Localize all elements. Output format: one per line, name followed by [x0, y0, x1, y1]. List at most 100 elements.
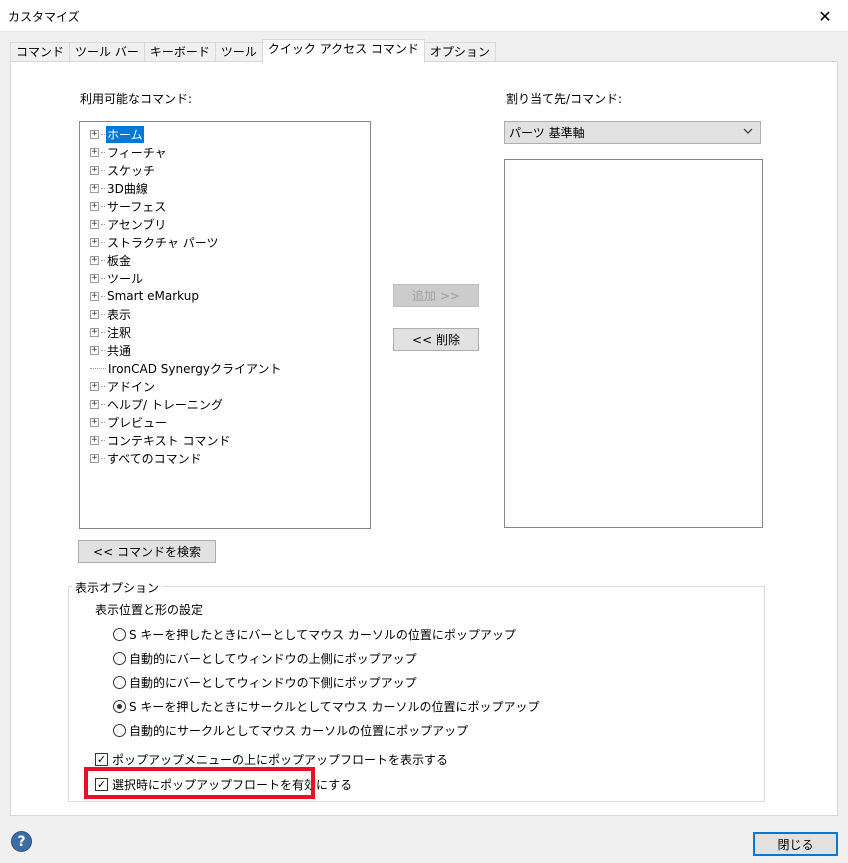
- tree-item[interactable]: + ツール: [90, 269, 144, 287]
- tree-connector: [101, 421, 105, 423]
- tree-item-label: コンテキスト コマンド: [107, 433, 231, 448]
- tree-item-label: ヘルプ/ トレーニング: [107, 397, 223, 412]
- tree-item[interactable]: + スケッチ: [90, 161, 156, 179]
- expand-icon[interactable]: +: [90, 237, 99, 247]
- tab-keyboard[interactable]: キーボード: [143, 42, 216, 63]
- tab-strip: コマンド ツール バー キーボード ツール クイック アクセス コマンド オプシ…: [10, 39, 496, 63]
- tree-item[interactable]: + アセンブリ: [90, 215, 167, 233]
- tree-connector: [101, 277, 105, 279]
- expand-icon[interactable]: +: [90, 165, 99, 175]
- tree-item-label: スケッチ: [107, 163, 156, 178]
- expand-icon[interactable]: +: [90, 345, 99, 355]
- tree-item-label: すべてのコマンド: [107, 451, 202, 466]
- tree-connector: [101, 241, 105, 243]
- expand-icon[interactable]: +: [90, 435, 99, 445]
- tree-item[interactable]: + 共通: [90, 341, 132, 359]
- radio-button[interactable]: [113, 652, 126, 665]
- radio-auto-bar-bottom[interactable]: 自動的にバーとしてウィンドウの下側にポップアップ: [113, 674, 417, 691]
- expand-icon[interactable]: +: [90, 399, 99, 409]
- tab-options[interactable]: オプション: [423, 42, 496, 63]
- highlight-box: [84, 767, 315, 799]
- expand-icon[interactable]: +: [90, 453, 99, 463]
- tree-item-label: フィーチャ: [107, 145, 167, 160]
- tree-item-label: 注釈: [107, 325, 132, 340]
- close-icon[interactable]: ✕: [802, 0, 848, 32]
- radio-auto-bar-top[interactable]: 自動的にバーとしてウィンドウの上側にポップアップ: [113, 650, 417, 667]
- tree-item[interactable]: + サーフェス: [90, 197, 167, 215]
- position-shape-subtitle: 表示位置と形の設定: [95, 603, 204, 617]
- tree-item[interactable]: + ストラクチャ パーツ: [90, 233, 219, 251]
- radio-button[interactable]: [113, 724, 126, 737]
- tree-connector: [101, 151, 105, 153]
- tree-item[interactable]: IronCAD Synergyクライアント: [90, 359, 282, 377]
- tree-connector: [101, 259, 105, 261]
- window-title: カスタマイズ: [8, 10, 80, 24]
- tree-item-label: ツール: [107, 271, 144, 286]
- tree-item[interactable]: + 表示: [90, 305, 132, 323]
- tree-item[interactable]: + すべてのコマンド: [90, 449, 203, 467]
- tree-item[interactable]: + アドイン: [90, 377, 156, 395]
- tree-connector: [101, 457, 105, 459]
- checkbox-show-float-above-menu[interactable]: ✓ ポップアップメニューの上にポップアップフロートを表示する: [95, 751, 448, 768]
- assigned-commands-label: 割り当て先/コマンド:: [506, 92, 623, 106]
- title-bar: カスタマイズ ✕: [0, 0, 848, 32]
- tree-item[interactable]: + 板金: [90, 251, 132, 269]
- tree-connector: [101, 349, 105, 351]
- close-button[interactable]: 閉じる: [753, 832, 838, 856]
- tree-item[interactable]: + フィーチャ: [90, 143, 168, 161]
- tree-connector: [101, 223, 105, 225]
- tree-item-label: アセンブリ: [107, 217, 167, 232]
- tree-item[interactable]: + プレビュー: [90, 413, 168, 431]
- radio-auto-circle-cursor[interactable]: 自動的にサークルとしてマウス カーソルの位置にポップアップ: [113, 722, 468, 739]
- commands-tree[interactable]: + ホーム + フィーチャ + スケッチ +3D曲線 + サーフェス + アセンブリ + ストラクチャ …: [79, 121, 371, 529]
- search-commands-button[interactable]: << コマンドを検索: [78, 540, 216, 563]
- expand-icon[interactable]: +: [90, 129, 99, 139]
- add-button[interactable]: 追加 >>: [393, 284, 479, 307]
- radio-button[interactable]: [113, 676, 126, 689]
- tree-item-label: ホーム: [106, 125, 144, 143]
- radio-button[interactable]: [113, 628, 126, 641]
- radio-s-key-bar-cursor[interactable]: S キーを押したときにバーとしてマウス カーソルの位置にポップアップ: [113, 626, 516, 643]
- assign-target-dropdown[interactable]: パーツ 基準軸: [504, 121, 761, 144]
- expand-icon[interactable]: +: [90, 327, 99, 337]
- tree-item-label: 板金: [107, 253, 132, 268]
- tree-item[interactable]: + コンテキスト コマンド: [90, 431, 231, 449]
- tree-connector: [101, 313, 105, 315]
- tree-item[interactable]: + ヘルプ/ トレーニング: [90, 395, 224, 413]
- tree-item[interactable]: + 注釈: [90, 323, 132, 341]
- remove-button[interactable]: << 削除: [393, 328, 479, 351]
- expand-icon[interactable]: +: [90, 309, 99, 319]
- tab-commands[interactable]: コマンド: [10, 42, 71, 63]
- tree-connector: [101, 205, 105, 207]
- radio-s-key-circle-cursor[interactable]: S キーを押したときにサークルとしてマウス カーソルの位置にポップアップ: [113, 698, 540, 715]
- tree-connector: [101, 295, 105, 297]
- expand-icon[interactable]: +: [90, 255, 99, 265]
- tree-item[interactable]: +3D曲線: [90, 179, 149, 197]
- chevron-down-icon: [742, 125, 754, 140]
- expand-icon[interactable]: +: [90, 417, 99, 427]
- radio-label: S キーを押したときにバーとしてマウス カーソルの位置にポップアップ: [129, 628, 516, 642]
- tree-connector: [90, 367, 106, 369]
- expand-icon[interactable]: +: [90, 201, 99, 211]
- expand-icon[interactable]: +: [90, 219, 99, 229]
- tree-connector: [101, 169, 105, 171]
- tree-item-label: アドイン: [107, 379, 156, 394]
- expand-icon[interactable]: +: [90, 291, 99, 301]
- expand-icon[interactable]: +: [90, 381, 99, 391]
- tree-item[interactable]: + ホーム: [90, 125, 144, 143]
- tab-toolbars[interactable]: ツール バー: [69, 42, 145, 63]
- checkbox[interactable]: ✓: [95, 753, 108, 766]
- tree-connector: [101, 385, 105, 387]
- expand-icon[interactable]: +: [90, 147, 99, 157]
- help-icon[interactable]: ?: [11, 831, 32, 852]
- assigned-commands-list[interactable]: [504, 159, 763, 528]
- checkbox-label: ポップアップメニューの上にポップアップフロートを表示する: [112, 753, 449, 767]
- radio-button[interactable]: [113, 700, 126, 713]
- tree-item-label: IronCAD Synergyクライアント: [108, 361, 282, 376]
- tree-item[interactable]: + Smart eMarkup: [90, 287, 200, 305]
- tab-quick-access-commands[interactable]: クイック アクセス コマンド: [261, 39, 425, 63]
- expand-icon[interactable]: +: [90, 273, 99, 283]
- expand-icon[interactable]: +: [90, 183, 99, 193]
- tab-tools[interactable]: ツール: [214, 42, 263, 63]
- radio-label: 自動的にバーとしてウィンドウの上側にポップアップ: [129, 652, 417, 666]
